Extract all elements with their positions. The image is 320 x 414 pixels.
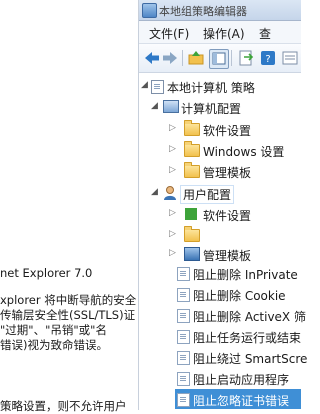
tree-item-label: 管理模板 xyxy=(203,249,252,263)
policy-document-icon xyxy=(151,80,164,94)
tree-user-config[interactable]: ◢ 用户配置 xyxy=(139,183,301,204)
policy-setting-icon xyxy=(177,309,190,323)
policy-setting-icon xyxy=(177,288,190,302)
toolbar-separator xyxy=(182,50,183,66)
tree-item-label: 用户配置 xyxy=(179,185,235,204)
policy-item[interactable]: 阻止绕过 SmartScre xyxy=(139,347,307,367)
export-list-icon[interactable] xyxy=(237,49,255,67)
collapse-arrow-icon[interactable]: ◢ xyxy=(151,187,158,197)
policy-item[interactable]: 阻止删除 Cookie xyxy=(139,284,301,304)
tree-item-label: 计算机配置 xyxy=(181,102,242,116)
policy-item-label: 阻止绕过 SmartScre xyxy=(193,352,308,366)
toolbar-separator xyxy=(231,50,232,66)
help-icon[interactable]: ? xyxy=(259,49,277,67)
tree-item-user-admin-templates[interactable]: ▷ 管理模板 xyxy=(139,244,301,264)
software-icon xyxy=(185,208,197,220)
title-bar[interactable]: 本地组策略编辑器 xyxy=(139,0,301,21)
policy-item-label: 阻止删除 ActiveX 筛 xyxy=(193,310,306,324)
up-folder-icon[interactable] xyxy=(187,49,205,67)
help-line: 传输层安全性(SSL/TLS)证 xyxy=(0,308,136,322)
folder-icon xyxy=(184,162,200,178)
folder-icon xyxy=(184,120,200,136)
tree-item-label: 软件设置 xyxy=(203,124,252,138)
app-icon xyxy=(142,3,157,18)
policy-item-selected[interactable]: 阻止忽略证书错误 xyxy=(175,389,301,409)
policy-item-label: 阻止启动应用程序 xyxy=(193,373,290,387)
policy-item[interactable]: 阻止启动应用程序 xyxy=(139,368,301,388)
policy-setting-icon xyxy=(177,393,190,407)
template-icon xyxy=(184,247,200,261)
window-title: 本地组策略编辑器 xyxy=(159,5,247,18)
expand-arrow-icon[interactable]: ▷ xyxy=(169,229,176,239)
policy-item-label: 阻止任务运行或结束 xyxy=(193,331,302,345)
show-hide-tree-icon[interactable] xyxy=(209,49,229,69)
forward-arrow-icon[interactable] xyxy=(161,49,179,67)
user-icon xyxy=(162,185,178,201)
folder-icon xyxy=(184,226,200,242)
tree-item-windows-settings[interactable]: ▷ Windows 设置 xyxy=(139,140,301,160)
tree-root-label: 本地计算机 策略 xyxy=(167,81,255,95)
group-policy-editor-window: 本地组策略编辑器 文件(F) 操作(A) 查 ? ◢ 本地计算机 策略 ◢ 计算… xyxy=(138,0,307,410)
tree-item-label: 管理模板 xyxy=(203,166,252,180)
svg-text:?: ? xyxy=(265,54,270,65)
policy-item-label: 阻止删除 Cookie xyxy=(193,289,286,303)
help-line: "过期"、"吊销"或"名 xyxy=(0,323,107,337)
policy-setting-icon xyxy=(177,267,190,281)
policy-item[interactable]: 阻止删除 InPrivate xyxy=(139,263,301,283)
menu-file[interactable]: 文件(F) xyxy=(149,25,189,42)
policy-item[interactable]: 阻止任务运行或结束 xyxy=(139,326,301,346)
help-line: xplorer 将中断导航的安全 xyxy=(0,293,137,307)
policy-help-pane: net Explorer 7.0 xplorer 将中断导航的安全 传输层安全性… xyxy=(0,0,138,413)
folder-icon xyxy=(184,141,200,157)
policy-setting-icon xyxy=(177,351,190,365)
tree-item-label: 软件设置 xyxy=(203,209,252,223)
tree-item-user-software[interactable]: ▷ 软件设置 xyxy=(139,204,301,224)
policy-tree: ◢ 本地计算机 策略 ◢ 计算机配置 ▷ 软件设置 ▷ Windows 设置 ▷… xyxy=(139,74,307,410)
help-line: 策略设置，则不允许用户 xyxy=(0,399,127,413)
tree-item-admin-templates[interactable]: ▷ 管理模板 xyxy=(139,161,301,181)
collapse-arrow-icon[interactable]: ◢ xyxy=(151,101,158,111)
policy-item-label: 阻止删除 InPrivate xyxy=(193,268,298,282)
help-line: 错误)视为致命错误。 xyxy=(0,338,108,352)
tree-item-user-windows-settings[interactable]: ▷ xyxy=(139,225,301,245)
expand-arrow-icon[interactable]: ▷ xyxy=(169,144,176,154)
properties-icon[interactable] xyxy=(281,49,299,67)
policy-setting-icon xyxy=(177,330,190,344)
tree-item-label: Windows 设置 xyxy=(203,145,285,159)
back-arrow-icon[interactable] xyxy=(143,49,161,67)
tree-item-software-settings[interactable]: ▷ 软件设置 xyxy=(139,119,301,139)
toolbar: ? xyxy=(139,44,301,73)
collapse-arrow-icon[interactable]: ◢ xyxy=(141,80,148,90)
help-line: net Explorer 7.0 xyxy=(0,266,93,280)
expand-arrow-icon[interactable]: ▷ xyxy=(169,123,176,133)
tree-computer-config[interactable]: ◢ 计算机配置 xyxy=(139,97,301,117)
policy-setting-icon xyxy=(177,372,190,386)
tree-root[interactable]: ◢ 本地计算机 策略 xyxy=(139,76,301,96)
menu-bar: 文件(F) 操作(A) 查 xyxy=(139,21,301,44)
computer-icon xyxy=(163,100,179,113)
expand-arrow-icon[interactable]: ▷ xyxy=(169,165,176,175)
menu-view[interactable]: 查 xyxy=(259,25,271,42)
expand-arrow-icon[interactable]: ▷ xyxy=(169,248,176,258)
expand-arrow-icon[interactable]: ▷ xyxy=(169,208,176,218)
menu-action[interactable]: 操作(A) xyxy=(203,25,245,42)
policy-item-label: 阻止忽略证书错误 xyxy=(193,394,290,408)
policy-item[interactable]: 阻止删除 ActiveX 筛 xyxy=(139,305,306,325)
